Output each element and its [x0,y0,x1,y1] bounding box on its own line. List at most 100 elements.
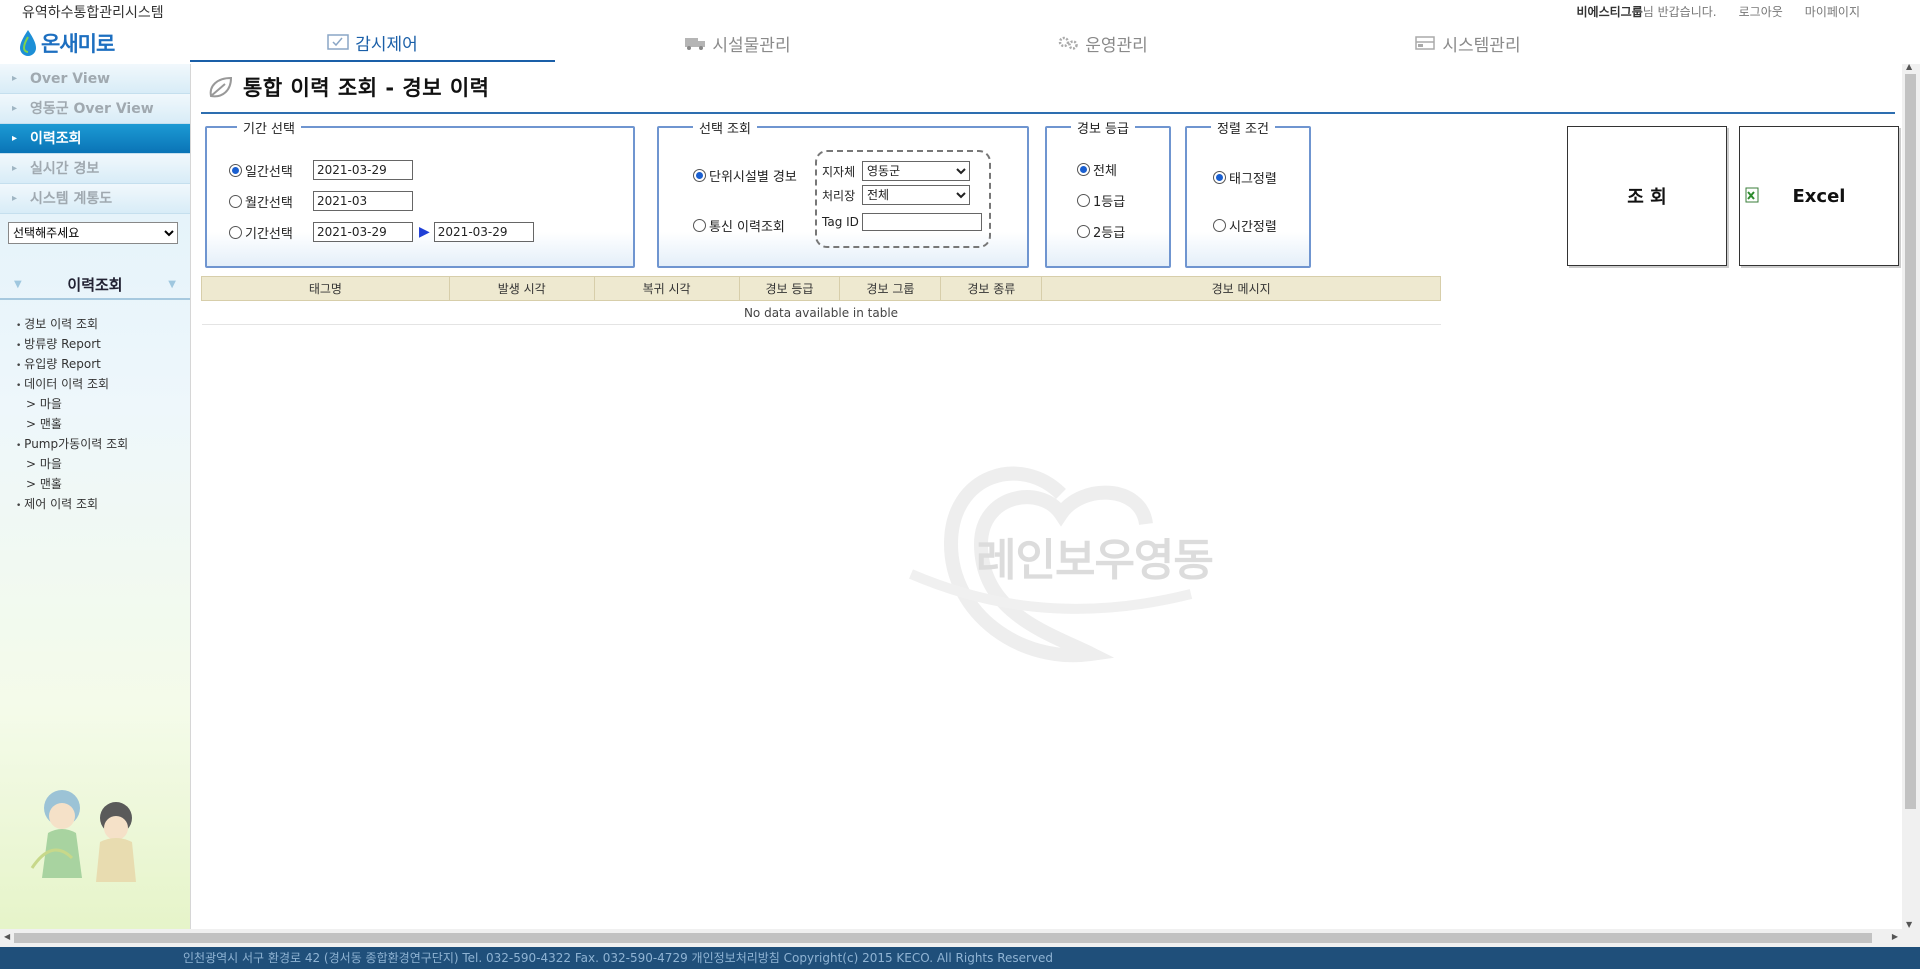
link-pump-village[interactable]: > 마을 [16,454,190,474]
unit-radio[interactable] [693,169,706,182]
range-label: 기간선택 [245,226,293,242]
sort-time-label: 시간정렬 [1229,220,1277,235]
comm-radio[interactable] [693,219,706,232]
sidebar-links: 경보 이력 조회 방류량 Report 유입량 Report 데이터 이력 조회… [0,314,190,514]
tab-monitoring[interactable]: 감시제어 [190,24,555,62]
link-discharge-report[interactable]: 방류량 Report [16,334,190,354]
leaf-icon [209,76,233,98]
logo[interactable]: 온새미로 [18,26,118,60]
mascot-illustration [30,790,136,882]
logout-link[interactable]: 로그아웃 [1739,3,1783,20]
daily-radio[interactable] [229,163,242,177]
col-tag-name[interactable]: 태그명 [201,276,450,301]
main-content: 통합 이력 조회 - 경보 이력 기간 선택 일간선택 월간선택 기간선택 ▶ … [190,64,1902,929]
user-links: 비에스티그룹님 반갑습니다. 로그아웃 마이페이지 [1577,3,1861,20]
period-box: 기간 선택 일간선택 월간선택 기간선택 ▶ [205,118,635,268]
section-title-text: 이력조회 [67,276,123,294]
link-pump-history[interactable]: Pump가동이력 조회 [16,434,190,454]
vertical-scrollbar[interactable]: ▲ ▼ [1902,62,1920,929]
plant-row: 처리장 전체 [822,185,970,205]
page-title: 통합 이력 조회 - 경보 이력 [243,76,490,100]
tag-id-input[interactable] [862,213,982,231]
horizontal-scroll-thumb[interactable] [14,933,1872,943]
sort-tag-row: 태그정렬 [1213,168,1277,187]
range-to-input[interactable] [433,222,534,242]
comm-label: 통신 이력조회 [709,220,785,235]
link-control-history[interactable]: 제어 이력 조회 [16,494,190,514]
truck-icon [685,38,706,50]
tab-operation[interactable]: 운영관리 [920,24,1285,62]
greeting-name: 비에스티그룹 [1576,5,1643,19]
tab-label: 감시제어 [355,34,418,55]
daily-date-input[interactable] [313,160,413,180]
tab-label: 시스템관리 [1442,35,1521,56]
scroll-down-icon[interactable]: ▼ [1906,920,1912,929]
server-icon [1415,36,1436,50]
sidebar-item-realtime-alarm[interactable]: 실시간 경보 [0,154,190,184]
tab-system[interactable]: 시스템관리 [1285,24,1650,62]
range-from-input[interactable] [313,222,413,242]
grade-2-radio[interactable] [1077,225,1090,238]
logo-text: 온새미로 [41,32,115,56]
alarm-table: 태그명 발생 시각 복귀 시각 경보 등급 경보 그룹 경보 종류 경보 메시지… [201,276,1441,325]
plant-select[interactable]: 전체 [862,185,970,205]
link-data-village[interactable]: > 마을 [16,394,190,414]
horizontal-scrollbar[interactable]: ◀ ▶ [0,929,1920,947]
table-row: No data available in table [201,300,1441,325]
col-grade[interactable]: 경보 등급 [738,276,841,301]
tab-label: 운영관리 [1085,35,1148,56]
range-radio[interactable] [229,225,242,239]
sort-time-radio[interactable] [1213,219,1226,232]
region-select[interactable]: 영동군 [862,161,970,181]
col-type[interactable]: 경보 종류 [940,276,1043,301]
filter-group: 지자체 영동군 처리장 전체 Tag ID [815,150,991,248]
scroll-up-icon[interactable]: ▲ [1906,62,1912,71]
excel-button[interactable]: Excel [1739,126,1899,266]
daily-label: 일간선택 [245,164,293,180]
col-recover-time[interactable]: 복귀 시각 [593,276,740,301]
link-pump-manhole[interactable]: > 맨홀 [16,474,190,494]
sort-tag-radio[interactable] [1213,171,1226,184]
sidebar-select[interactable]: 선택해주세요 [8,222,178,244]
scroll-left-icon[interactable]: ◀ [4,932,10,941]
empty-message: No data available in table [201,300,1441,325]
search-button-label: 조 회 [1627,187,1667,208]
grade-2-row: 2등급 [1077,222,1125,241]
tab-facility[interactable]: 시설물관리 [555,24,920,62]
col-occur-time[interactable]: 발생 시각 [448,276,595,301]
plant-label: 처리장 [822,188,856,203]
monthly-radio[interactable] [229,194,242,208]
footer: 인천광역시 서구 환경로 42 (경서동 종합환경연구단지) Tel. 032-… [0,947,1920,969]
scroll-right-icon[interactable]: ▶ [1892,932,1898,941]
sort-tag-label: 태그정렬 [1229,172,1277,187]
sidebar-item-yeongdong-overview[interactable]: 영동군 Over View [0,94,190,124]
link-data-history[interactable]: 데이터 이력 조회 [16,374,190,394]
vertical-scroll-thumb[interactable] [1905,74,1916,809]
link-data-manhole[interactable]: > 맨홀 [16,414,190,434]
monitor-check-icon [327,34,349,50]
period-legend: 기간 선택 [237,118,301,137]
grade-1-radio[interactable] [1077,194,1090,207]
mypage-link[interactable]: 마이페이지 [1805,3,1860,20]
daily-row: 일간선택 [229,160,413,180]
col-group[interactable]: 경보 그룹 [839,276,942,301]
region-label: 지자체 [822,164,856,179]
grade-all-row: 전체 [1077,160,1117,179]
sort-box: 정렬 조건 태그정렬 시간정렬 [1185,118,1311,268]
link-inflow-report[interactable]: 유입량 Report [16,354,190,374]
monthly-date-input[interactable] [313,191,413,211]
region-row: 지자체 영동군 [822,161,970,181]
search-button[interactable]: 조 회 [1567,126,1727,266]
sidebar-item-system-diagram[interactable]: 시스템 계통도 [0,184,190,214]
sidebar-item-overview[interactable]: Over View [0,64,190,94]
link-alarm-history[interactable]: 경보 이력 조회 [16,314,190,334]
col-message[interactable]: 경보 메시지 [1041,276,1441,301]
monthly-label: 월간선택 [245,195,293,211]
range-row: 기간선택 ▶ [229,222,534,242]
grade-all-radio[interactable] [1077,163,1090,176]
sort-legend: 정렬 조건 [1211,118,1275,137]
top-nav: 감시제어 시설물관리 운영관리 시스템관리 [190,24,1920,62]
sidebar-item-history[interactable]: 이력조회 [0,124,190,154]
grade-1-label: 1등급 [1093,195,1126,210]
tag-label: Tag ID [822,215,859,229]
